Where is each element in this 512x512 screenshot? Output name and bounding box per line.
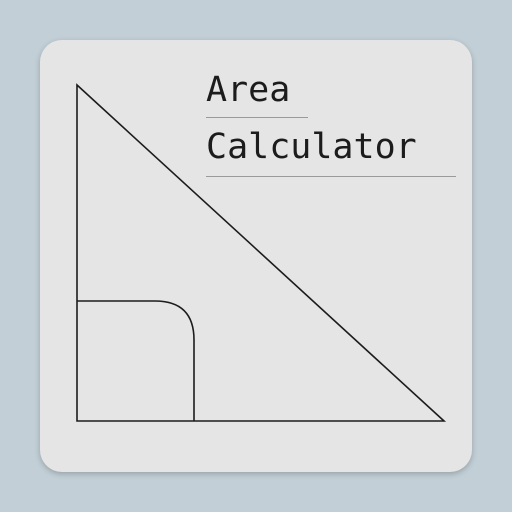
title-underline-1 — [206, 117, 308, 118]
title-line-calculator: Calculator — [206, 127, 417, 167]
title-line-area: Area — [206, 70, 291, 110]
right-angle-marker — [77, 300, 195, 421]
area-calculator-app-icon[interactable]: Area Calculator — [40, 40, 472, 472]
title-underline-2 — [206, 176, 456, 177]
